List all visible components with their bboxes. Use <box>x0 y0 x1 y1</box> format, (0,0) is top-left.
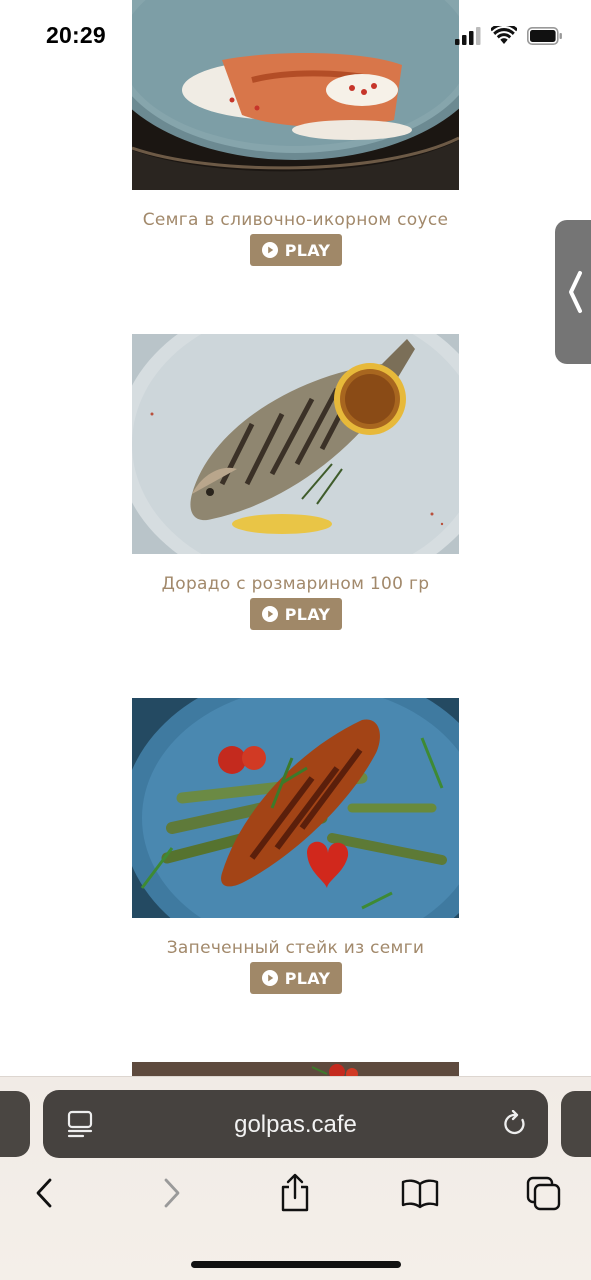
dish-title: Дорадо с розмарином 100 гр <box>161 574 430 594</box>
next-tab-preview[interactable] <box>561 1091 591 1157</box>
dish-photo-partial <box>132 1062 459 1076</box>
status-icons <box>455 26 563 45</box>
dish-photo <box>132 334 459 554</box>
chevron-right-icon <box>164 1178 180 1208</box>
tabs-icon <box>526 1176 561 1211</box>
play-label: PLAY <box>284 604 331 624</box>
play-icon <box>261 242 278 258</box>
play-icon <box>261 970 278 986</box>
url-text: golpas.cafe <box>234 1111 357 1138</box>
home-indicator <box>191 1261 401 1268</box>
wifi-icon <box>491 26 517 44</box>
browser-toolbar <box>0 1173 591 1223</box>
play-button[interactable]: PLAY <box>250 962 342 994</box>
share-button[interactable] <box>275 1173 315 1213</box>
reload-icon[interactable] <box>502 1110 528 1138</box>
forward-button[interactable] <box>152 1173 192 1213</box>
previous-tab-preview[interactable] <box>0 1091 30 1157</box>
side-panel-handle[interactable] <box>555 220 591 364</box>
play-label: PLAY <box>284 968 331 988</box>
play-label: PLAY <box>284 240 331 260</box>
back-button[interactable] <box>24 1173 64 1213</box>
cellular-signal-icon <box>455 26 481 45</box>
tabs-button[interactable] <box>524 1173 564 1213</box>
dish-title: Запеченный стейк из семги <box>166 938 425 958</box>
status-bar: 20:29 <box>0 0 591 72</box>
share-icon <box>281 1173 309 1212</box>
dish-title: Семга в сливочно-икорном соусе <box>142 210 449 230</box>
play-icon <box>261 606 278 622</box>
page-content: Семга в сливочно-икорном соусе PLAY Дора… <box>0 0 591 1076</box>
salmon-steak-photo <box>132 698 459 918</box>
dish-photo <box>132 698 459 918</box>
dorado-photo <box>132 334 459 554</box>
dish-photo <box>132 1062 459 1076</box>
book-icon <box>401 1179 439 1209</box>
bookmarks-button[interactable] <box>400 1173 440 1213</box>
browser-bottom-bar: golpas.cafe <box>0 1076 591 1280</box>
battery-icon <box>527 26 562 45</box>
address-bar[interactable]: golpas.cafe <box>43 1090 548 1158</box>
play-button[interactable]: PLAY <box>250 234 342 266</box>
chevron-left-icon <box>569 271 582 313</box>
chevron-left-icon <box>36 1178 52 1208</box>
status-time: 20:29 <box>46 22 106 48</box>
play-button[interactable]: PLAY <box>250 598 342 630</box>
